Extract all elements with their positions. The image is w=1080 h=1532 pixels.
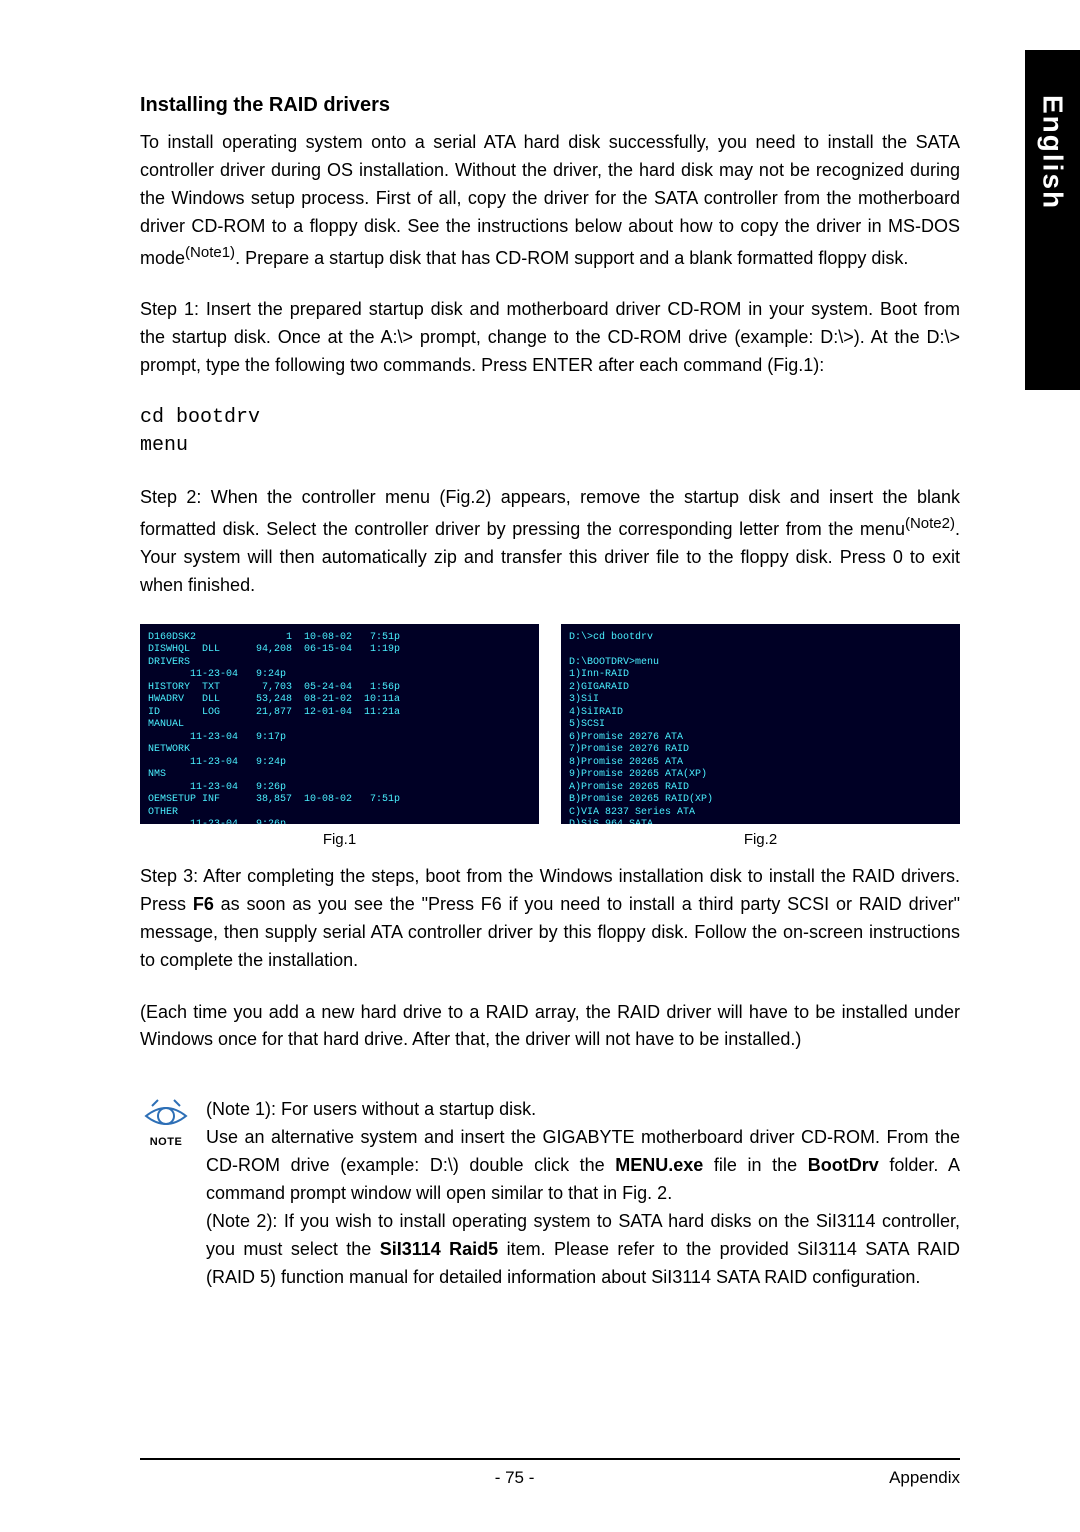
note-icon: NOTE bbox=[140, 1096, 192, 1291]
fig2-caption: Fig.2 bbox=[561, 828, 960, 851]
step1-paragraph: Step 1: Insert the prepared startup disk… bbox=[140, 296, 960, 380]
intro-paragraph: To install operating system onto a seria… bbox=[140, 129, 960, 272]
section-heading: Installing the RAID drivers bbox=[140, 90, 960, 121]
fig1-caption: Fig.1 bbox=[140, 828, 539, 851]
figures-row: D160DSK2 1 10-08-02 7:51p DISWHQL DLL 94… bbox=[140, 624, 960, 851]
f6-key: F6 bbox=[193, 894, 214, 914]
note-block: NOTE (Note 1): For users without a start… bbox=[140, 1096, 960, 1291]
note-body: (Note 1): For users without a startup di… bbox=[206, 1096, 960, 1291]
language-tab: English bbox=[1025, 50, 1080, 390]
footer-section: Appendix bbox=[889, 1468, 960, 1488]
note-label: NOTE bbox=[150, 1134, 183, 1151]
note2-ref: (Note2) bbox=[905, 515, 955, 532]
figure-1: D160DSK2 1 10-08-02 7:51p DISWHQL DLL 94… bbox=[140, 624, 539, 851]
cmd-line-1: cd bootdrv bbox=[140, 404, 960, 432]
page-footer: - 75 - Appendix bbox=[140, 1458, 960, 1488]
cmd-line-2: menu bbox=[140, 432, 960, 460]
terminal-fig1: D160DSK2 1 10-08-02 7:51p DISWHQL DLL 94… bbox=[140, 624, 539, 824]
page-number: - 75 - bbox=[495, 1468, 535, 1488]
step3-extra-paragraph: (Each time you add a new hard drive to a… bbox=[140, 999, 960, 1055]
note1-ref: (Note1) bbox=[185, 244, 235, 261]
command-block: cd bootdrv menu bbox=[140, 404, 960, 460]
step2-paragraph: Step 2: When the controller menu (Fig.2)… bbox=[140, 484, 960, 600]
step3-paragraph: Step 3: After completing the steps, boot… bbox=[140, 863, 960, 975]
figure-2: D:\>cd bootdrv D:\BOOTDRV>menu 1)Inn-RAI… bbox=[561, 624, 960, 851]
terminal-fig2: D:\>cd bootdrv D:\BOOTDRV>menu 1)Inn-RAI… bbox=[561, 624, 960, 824]
language-label: English bbox=[1037, 95, 1069, 210]
